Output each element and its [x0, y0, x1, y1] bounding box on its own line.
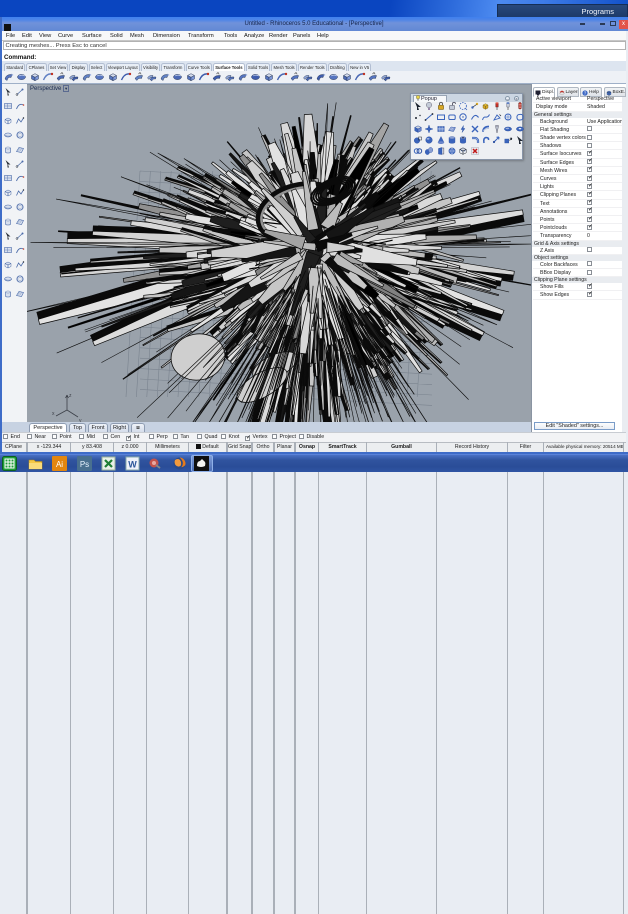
svg-text:z: z — [69, 393, 72, 399]
svg-text:Ai: Ai — [56, 460, 63, 469]
svg-text:W: W — [128, 460, 137, 470]
svg-text:x: x — [52, 411, 55, 417]
svg-text:Ps: Ps — [80, 460, 89, 469]
